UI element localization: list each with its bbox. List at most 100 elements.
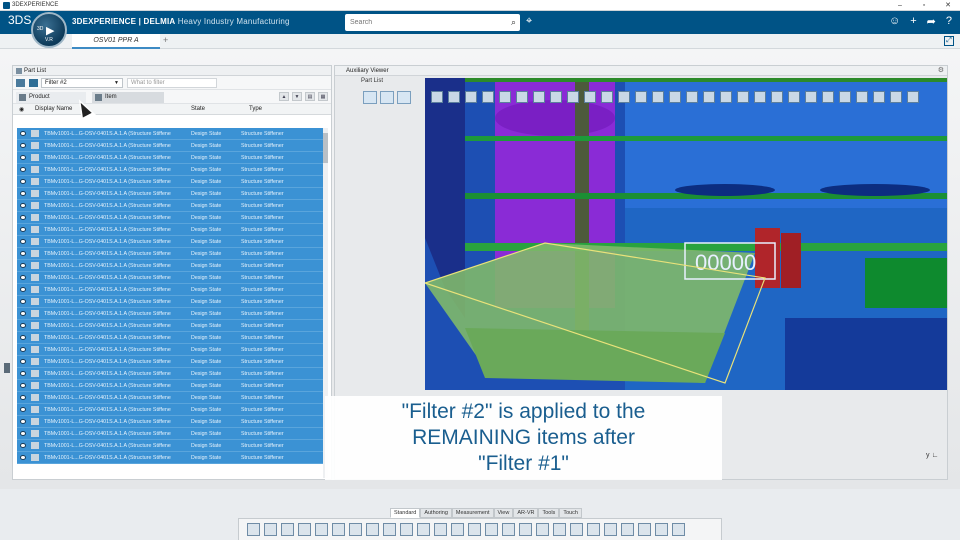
tool-icon[interactable] — [536, 523, 549, 536]
eye-icon[interactable] — [20, 263, 26, 268]
col-display-name[interactable]: Display Name — [35, 106, 72, 112]
copy-icon[interactable] — [264, 523, 277, 536]
tool-icon[interactable] — [720, 91, 732, 103]
eye-icon[interactable] — [20, 455, 26, 460]
tool-icon[interactable] — [621, 523, 634, 536]
tool-icon[interactable] — [652, 91, 664, 103]
close-button[interactable]: ✕ — [936, 0, 960, 11]
tab-item[interactable]: Item — [92, 92, 164, 103]
eye-icon[interactable] — [20, 275, 26, 280]
tool-icon[interactable] — [669, 91, 681, 103]
tab-osv01[interactable]: OSV01 PPR A — [72, 34, 160, 49]
side-handle[interactable] — [4, 363, 10, 373]
tab-standard[interactable]: Standard — [390, 508, 421, 518]
tool-icon[interactable] — [601, 91, 613, 103]
tool-icon[interactable] — [431, 91, 443, 103]
tool-icon[interactable] — [468, 523, 481, 536]
eye-icon[interactable] — [20, 335, 26, 340]
eye-icon[interactable] — [20, 191, 26, 196]
table-row[interactable]: TBMv1001-L...G-OSV-0401S.A.1.A (Structur… — [17, 416, 327, 428]
table-row[interactable]: TBMv1001-L...G-OSV-0401S.A.1.A (Structur… — [17, 368, 327, 380]
table-row[interactable]: TBMv1001-L...G-OSV-0401S.A.1.A (Structur… — [17, 296, 327, 308]
maximize-button[interactable]: ▫ — [912, 0, 936, 11]
eye-icon[interactable] — [20, 203, 26, 208]
tool-icon[interactable] — [550, 91, 562, 103]
table-row[interactable]: TBMv1001-L...G-OSV-0401S.A.1.A (Structur… — [17, 224, 327, 236]
tag-icon[interactable]: ⌖ — [526, 15, 532, 28]
tool-icon[interactable] — [584, 91, 596, 103]
visibility-col-icon[interactable]: ◉ — [19, 106, 24, 113]
tool-icon[interactable] — [788, 91, 800, 103]
tab-touch[interactable]: Touch — [559, 508, 582, 518]
table-row[interactable]: TBMv1001-L...G-OSV-0401S.A.1.A (Structur… — [17, 200, 327, 212]
eye-icon[interactable] — [20, 299, 26, 304]
tool-icon[interactable] — [805, 91, 817, 103]
table-row[interactable]: TBMv1001-L...G-OSV-0401S.A.1.A (Structur… — [17, 308, 327, 320]
tool-icon[interactable] — [448, 91, 460, 103]
table-row[interactable]: TBMv1001-L...G-OSV-0401S.A.1.A (Structur… — [17, 452, 327, 464]
share-icon[interactable]: ➦ — [927, 15, 936, 28]
table-row[interactable]: TBMv1001-L...G-OSV-0401S.A.1.A (Structur… — [17, 140, 327, 152]
view-tool-icon[interactable] — [397, 91, 411, 104]
tool-icon[interactable] — [618, 91, 630, 103]
eye-icon[interactable] — [20, 443, 26, 448]
tool-icon[interactable] — [873, 91, 885, 103]
table-row[interactable]: TBMv1001-L...G-OSV-0401S.A.1.A (Structur… — [17, 248, 327, 260]
col-state[interactable]: State — [191, 106, 205, 112]
table-row[interactable]: TBMv1001-L...G-OSV-0401S.A.1.A (Structur… — [17, 164, 327, 176]
tool-icon[interactable] — [771, 91, 783, 103]
table-row[interactable]: TBMv1001-L...G-OSV-0401S.A.1.A (Structur… — [17, 356, 327, 368]
table-row[interactable]: TBMv1001-L...G-OSV-0401S.A.1.A (Structur… — [17, 176, 327, 188]
tool-icon[interactable] — [502, 523, 515, 536]
tool-icon[interactable] — [485, 523, 498, 536]
paste-icon[interactable] — [281, 523, 294, 536]
new-tab-icon[interactable]: + — [163, 35, 168, 45]
tool-icon[interactable] — [533, 91, 545, 103]
tool-icon[interactable] — [434, 523, 447, 536]
eye-icon[interactable] — [20, 311, 26, 316]
eye-icon[interactable] — [20, 383, 26, 388]
ship-3d-scene[interactable]: 00000 — [425, 78, 947, 390]
table-row[interactable]: TBMv1001-L...G-OSV-0401S.A.1.A (Structur… — [17, 236, 327, 248]
search-input[interactable] — [345, 14, 495, 31]
tool-icon[interactable] — [499, 91, 511, 103]
tool-icon[interactable] — [519, 523, 532, 536]
add-icon[interactable]: + — [910, 15, 916, 28]
table-row[interactable]: TBMv1001-L...G-OSV-0401S.A.1.A (Structur… — [17, 344, 327, 356]
scroll-thumb[interactable] — [323, 133, 328, 163]
tool-icon[interactable] — [638, 523, 651, 536]
eye-icon[interactable] — [20, 431, 26, 436]
tool-icon[interactable] — [482, 91, 494, 103]
tool-icon[interactable] — [907, 91, 919, 103]
eye-icon[interactable] — [20, 395, 26, 400]
tool-icon[interactable] — [655, 523, 668, 536]
pin-icon[interactable] — [16, 68, 22, 74]
cut-icon[interactable] — [247, 523, 260, 536]
table-row[interactable]: TBMv1001-L...G-OSV-0401S.A.1.A (Structur… — [17, 380, 327, 392]
tool-icon[interactable] — [890, 91, 902, 103]
view-tool-icon[interactable] — [363, 91, 377, 104]
eye-icon[interactable] — [20, 239, 26, 244]
tab-authoring[interactable]: Authoring — [420, 508, 452, 518]
user-icon[interactable]: ☺ — [889, 15, 900, 28]
eye-icon[interactable] — [20, 359, 26, 364]
ds-logo-icon[interactable]: 3DS — [8, 13, 31, 27]
tool-icon[interactable] — [553, 523, 566, 536]
tool-icon[interactable] — [417, 523, 430, 536]
gear-icon[interactable]: ⚙ — [938, 66, 944, 76]
table-row[interactable]: TBMv1001-L...G-OSV-0401S.A.1.A (Structur… — [17, 332, 327, 344]
eye-icon[interactable] — [20, 167, 26, 172]
tab-view[interactable]: View — [493, 508, 514, 518]
tool-icon[interactable] — [587, 523, 600, 536]
eye-icon[interactable] — [20, 419, 26, 424]
tool-icon[interactable] — [465, 91, 477, 103]
eye-icon[interactable] — [20, 179, 26, 184]
sort-down-icon[interactable]: ▼ — [292, 92, 302, 101]
delete-icon[interactable] — [298, 523, 311, 536]
help-icon[interactable]: ? — [946, 15, 952, 28]
eye-icon[interactable] — [20, 215, 26, 220]
eye-icon[interactable] — [20, 131, 26, 136]
tool-icon[interactable] — [737, 91, 749, 103]
tool-icon[interactable] — [516, 91, 528, 103]
eye-icon[interactable] — [20, 143, 26, 148]
